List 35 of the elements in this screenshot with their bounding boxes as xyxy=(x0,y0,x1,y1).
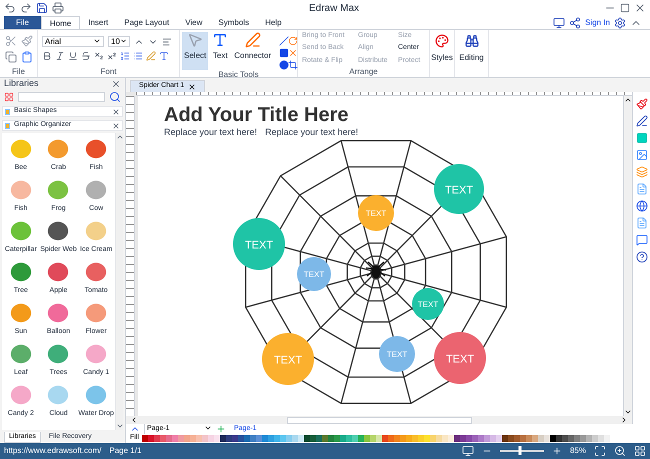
ribbon-tab[interactable]: Symbols xyxy=(210,16,258,29)
font-name-field[interactable]: Arial xyxy=(42,36,104,47)
text-bubble: TEXT xyxy=(358,195,394,231)
page-count: Page 1/1 xyxy=(109,445,142,457)
panel-title: Libraries xyxy=(4,77,39,90)
ribbon-group-label: Font xyxy=(99,67,118,77)
file-menu-button[interactable]: File xyxy=(4,16,41,29)
ribbon-tab[interactable]: Page Layout xyxy=(116,16,178,29)
text-bubble: TEXT xyxy=(262,333,314,385)
ribbon-tab[interactable]: Insert xyxy=(80,16,116,29)
font-size-field[interactable]: 10 xyxy=(108,36,130,47)
page-title: Add Your Title Here xyxy=(164,104,350,126)
ribbon-tab[interactable]: View xyxy=(177,16,210,29)
styles-button[interactable]: Styles xyxy=(431,30,453,77)
zoom-level: 85% xyxy=(570,445,586,457)
text-bubble: TEXT xyxy=(297,257,331,291)
text-bubble: TEXT xyxy=(233,218,285,270)
ribbon-tab[interactable]: Home xyxy=(40,16,80,29)
tool-button[interactable]: Select xyxy=(182,32,208,70)
sign-in-link[interactable]: Sign In xyxy=(585,16,610,28)
website-link[interactable]: https://www.edrawsoft.com/ xyxy=(4,445,102,457)
subtitle-text: Replace your text here! xyxy=(265,126,358,139)
text-bubble: TEXT xyxy=(379,336,415,372)
ribbon-tab[interactable]: Help xyxy=(257,16,290,29)
text-bubble: TEXT xyxy=(412,288,444,320)
ribbon-group-label: Arrange xyxy=(348,67,379,77)
text-bubble: TEXT xyxy=(434,164,484,214)
ribbon-group-label: File xyxy=(12,67,25,77)
editing-button[interactable]: Editing xyxy=(459,30,484,77)
text-bubble: TEXT xyxy=(434,332,486,384)
ribbon-group-label: Basic Tools xyxy=(217,70,260,80)
tool-button[interactable]: Text xyxy=(210,32,230,70)
subtitle-text: Replace your text here! xyxy=(164,126,258,139)
tool-button[interactable]: Connector xyxy=(232,32,274,70)
window-title: Edraw Max xyxy=(308,2,360,16)
